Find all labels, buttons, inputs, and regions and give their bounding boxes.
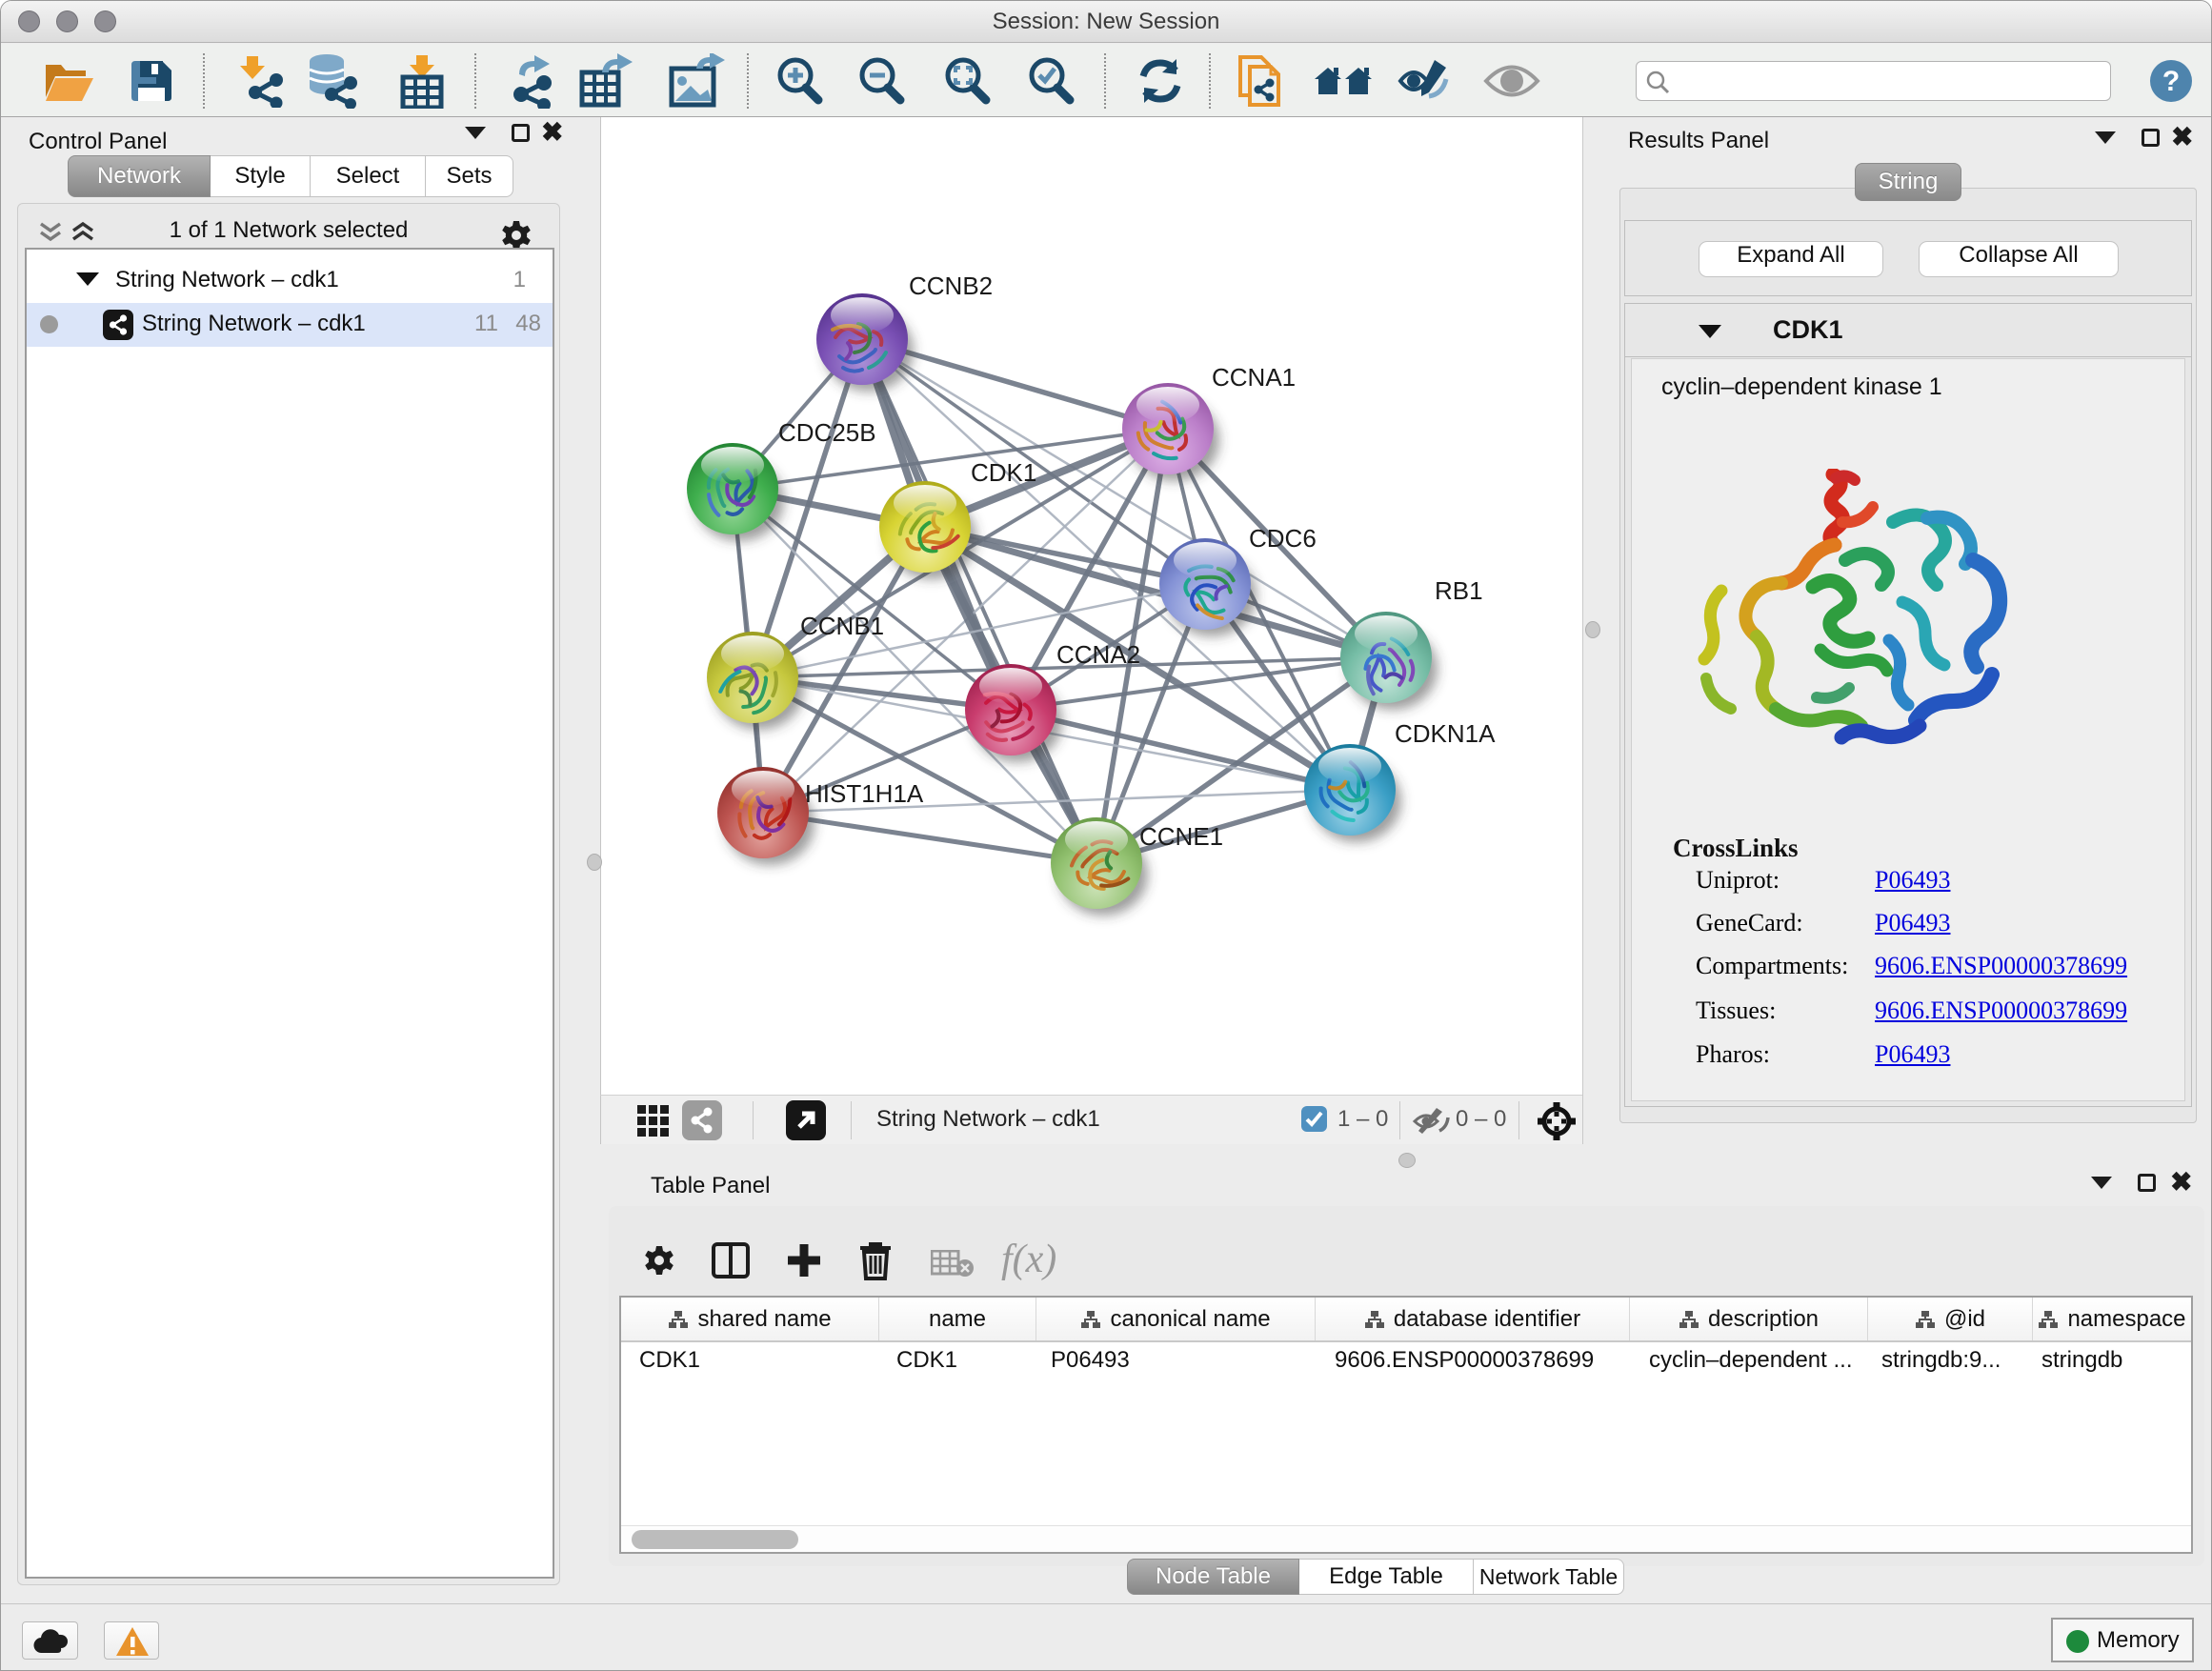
svg-text:CCNB1: CCNB1 xyxy=(800,612,884,640)
svg-text:CDC25B: CDC25B xyxy=(778,418,876,447)
svg-text:CCNE1: CCNE1 xyxy=(1139,822,1223,851)
svg-text:CCNA2: CCNA2 xyxy=(1056,640,1140,669)
svg-text:CCNB2: CCNB2 xyxy=(909,272,993,300)
svg-text:CDKN1A: CDKN1A xyxy=(1395,719,1496,748)
svg-text:CDK1: CDK1 xyxy=(971,458,1036,487)
svg-text:?: ? xyxy=(2162,66,2180,97)
svg-text:HIST1H1A: HIST1H1A xyxy=(805,779,924,808)
svg-text:CCNA1: CCNA1 xyxy=(1212,363,1296,392)
svg-text:RB1: RB1 xyxy=(1435,576,1483,605)
svg-text:CDC6: CDC6 xyxy=(1249,524,1317,553)
